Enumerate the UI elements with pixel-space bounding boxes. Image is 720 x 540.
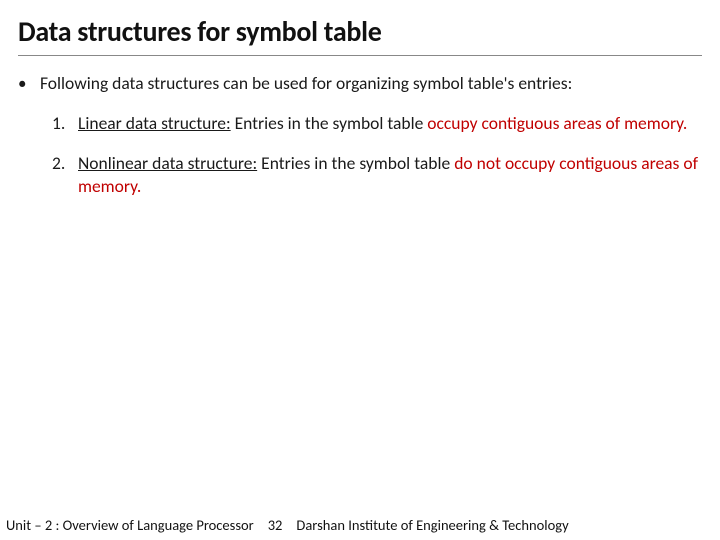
footer-left: Unit – 2 : Overview of Language Processo…: [6, 516, 254, 534]
bullet-text: Following data structures can be used fo…: [40, 72, 698, 96]
list-item: 2. Nonlinear data structure: Entries in …: [52, 152, 702, 199]
item-text: Nonlinear data structure: Entries in the…: [78, 152, 698, 199]
item-text: Linear data structure: Entries in the sy…: [78, 112, 698, 136]
item-label: Linear data structure:: [78, 112, 231, 134]
item-number: 2.: [52, 152, 78, 199]
footer-page-number: 32: [254, 516, 297, 534]
item-rest-before: Entries in the symbol table: [231, 112, 428, 134]
list-item: 1. Linear data structure: Entries in the…: [52, 112, 702, 136]
footer-right: Darshan Institute of Engineering & Techn…: [296, 516, 712, 534]
item-emphasis: occupy contiguous areas of memory.: [427, 112, 687, 134]
slide: Data structures for symbol table • Follo…: [0, 0, 720, 540]
footer: Unit – 2 : Overview of Language Processo…: [0, 510, 720, 540]
slide-body: • Following data structures can be used …: [18, 72, 702, 199]
bullet-dot-icon: •: [18, 72, 40, 96]
item-rest-before: Entries in the symbol table: [257, 152, 454, 174]
bullet-item: • Following data structures can be used …: [18, 72, 702, 96]
item-label: Nonlinear data structure:: [78, 152, 257, 174]
slide-title: Data structures for symbol table: [18, 14, 702, 56]
item-number: 1.: [52, 112, 78, 136]
numbered-list: 1. Linear data structure: Entries in the…: [18, 112, 702, 199]
